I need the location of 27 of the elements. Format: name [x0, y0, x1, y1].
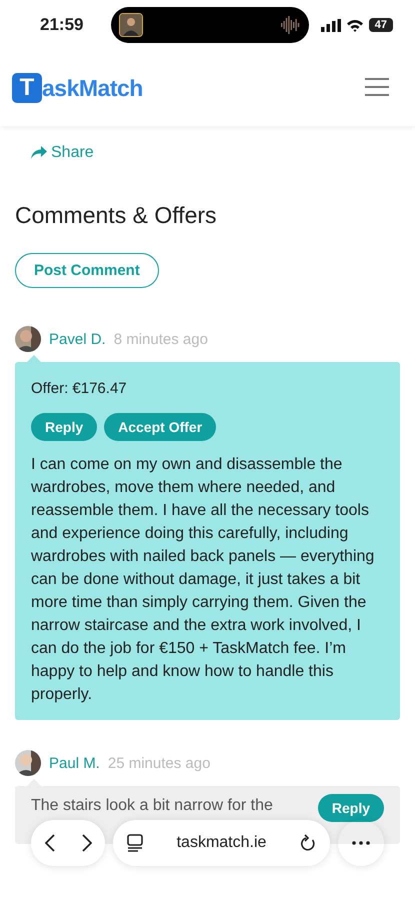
signal-icon	[320, 18, 341, 32]
section-title: Comments & Offers	[15, 202, 218, 229]
forward-icon[interactable]	[82, 834, 92, 852]
reply-button[interactable]: Reply	[318, 794, 384, 822]
tabs-icon	[127, 834, 143, 852]
author-name[interactable]: Pavel D.	[49, 330, 106, 348]
comment-text: I can come on my own and disassemble the wardrobes, move them where needed, and reassemble them. I have all the necessary tools and experience doing this carefully, including wardrobes with nailed back panels — everything can be done without damage, it just takes a bit more time than simply carrying them. Given the narrow staircase and the extra work involved, I can do the job for €150 + TaskMatch fee. I’m happy to help and know how to handle this properly.	[31, 455, 376, 705]
status-time: 21:59	[40, 15, 84, 35]
post-comment-button[interactable]: Post Comment	[15, 253, 159, 288]
battery-level: 47	[368, 18, 393, 32]
wifi-icon	[346, 18, 364, 32]
logo[interactable]: T askMatch	[12, 73, 143, 103]
share-link[interactable]: Share	[31, 144, 94, 162]
comment-time: 25 minutes ago	[108, 754, 210, 772]
address-bar[interactable]: taskmatch.ie	[113, 820, 330, 866]
back-icon[interactable]	[44, 834, 54, 852]
action-button[interactable]: Reply	[31, 413, 98, 441]
share-icon	[31, 146, 47, 160]
comment-text: The stairs look a bit narrow for the	[31, 796, 273, 816]
comment-time: 8 minutes ago	[114, 330, 208, 348]
reload-icon[interactable]	[300, 834, 316, 852]
action-button[interactable]: Accept Offer	[104, 413, 216, 441]
url-text: taskmatch.ie	[176, 834, 266, 852]
offer-amount: Offer: €176.47	[31, 380, 128, 397]
waveform-icon	[281, 16, 302, 34]
more-icon	[351, 841, 371, 845]
author-name[interactable]: Paul M.	[49, 754, 100, 772]
